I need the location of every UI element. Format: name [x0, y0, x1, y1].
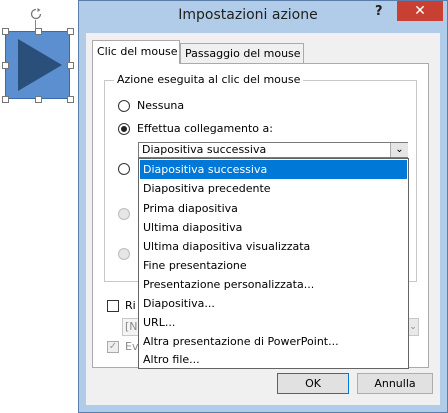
close-button[interactable]: ✕	[397, 1, 443, 21]
dropdown-item-other-presentation[interactable]: Altra presentazione di PowerPoint...	[140, 332, 407, 351]
radio-run-macro	[118, 208, 130, 220]
play-sound-checkbox[interactable]	[107, 300, 119, 312]
resize-handle-bottom[interactable]	[35, 96, 42, 103]
help-button[interactable]: ?	[375, 4, 389, 20]
dropdown-item-slide[interactable]: Diapositiva...	[140, 294, 407, 313]
dropdown-item-last-viewed-slide[interactable]: Ultima diapositiva visualizzata	[140, 237, 407, 256]
radio-hyperlink-label[interactable]: Effettua collegamento a:	[137, 122, 273, 135]
resize-handle-top-left[interactable]	[2, 28, 9, 35]
highlight-checkbox: ✓	[107, 341, 119, 353]
radio-object-action	[118, 248, 130, 260]
group-legend: Azione eseguita al clic del mouse	[114, 73, 304, 86]
rotation-handle-icon[interactable]	[30, 8, 42, 20]
radio-none-label[interactable]: Nessuna	[137, 99, 184, 112]
chevron-down-icon[interactable]: ⌄	[390, 143, 408, 157]
dropdown-item-other-file[interactable]: Altro file...	[140, 350, 407, 369]
resize-handle-right[interactable]	[67, 62, 74, 69]
radio-hyperlink[interactable]	[118, 123, 130, 135]
highlight-label: Ev	[125, 340, 139, 353]
radio-run-program[interactable]	[118, 163, 130, 175]
resize-handle-top[interactable]	[35, 28, 42, 35]
dropdown-item-next-slide[interactable]: Diapositiva successiva	[140, 160, 407, 179]
dropdown-item-end-show[interactable]: Fine presentazione	[140, 256, 407, 275]
dialog-title: Impostazioni azione	[178, 7, 318, 23]
hyperlink-combo[interactable]: Diapositiva successiva	[138, 142, 408, 158]
hyperlink-dropdown-list[interactable]: Diapositiva successiva Diapositiva prece…	[138, 158, 409, 369]
resize-handle-top-right[interactable]	[67, 28, 74, 35]
tab-mouse-click[interactable]: Clic del mouse	[92, 40, 180, 64]
resize-handle-left[interactable]	[2, 62, 9, 69]
dropdown-item-previous-slide[interactable]: Diapositiva precedente	[140, 179, 407, 198]
ok-button[interactable]: OK	[277, 373, 349, 394]
dropdown-item-last-slide[interactable]: Ultima diapositiva	[140, 218, 407, 237]
resize-handle-bottom-left[interactable]	[2, 96, 9, 103]
radio-none[interactable]	[118, 100, 130, 112]
play-arrow-shape[interactable]	[5, 31, 70, 99]
resize-handle-bottom-right[interactable]	[67, 96, 74, 103]
play-arrow-icon	[18, 39, 62, 91]
cancel-button[interactable]: Annulla	[357, 373, 433, 394]
dropdown-item-custom-show[interactable]: Presentazione personalizzata...	[140, 275, 407, 294]
tab-mouse-over[interactable]: Passaggio del mouse	[180, 43, 304, 63]
play-sound-label[interactable]: Ri	[125, 299, 136, 312]
dropdown-item-url[interactable]: URL...	[140, 313, 407, 332]
dropdown-item-first-slide[interactable]: Prima diapositiva	[140, 199, 407, 218]
